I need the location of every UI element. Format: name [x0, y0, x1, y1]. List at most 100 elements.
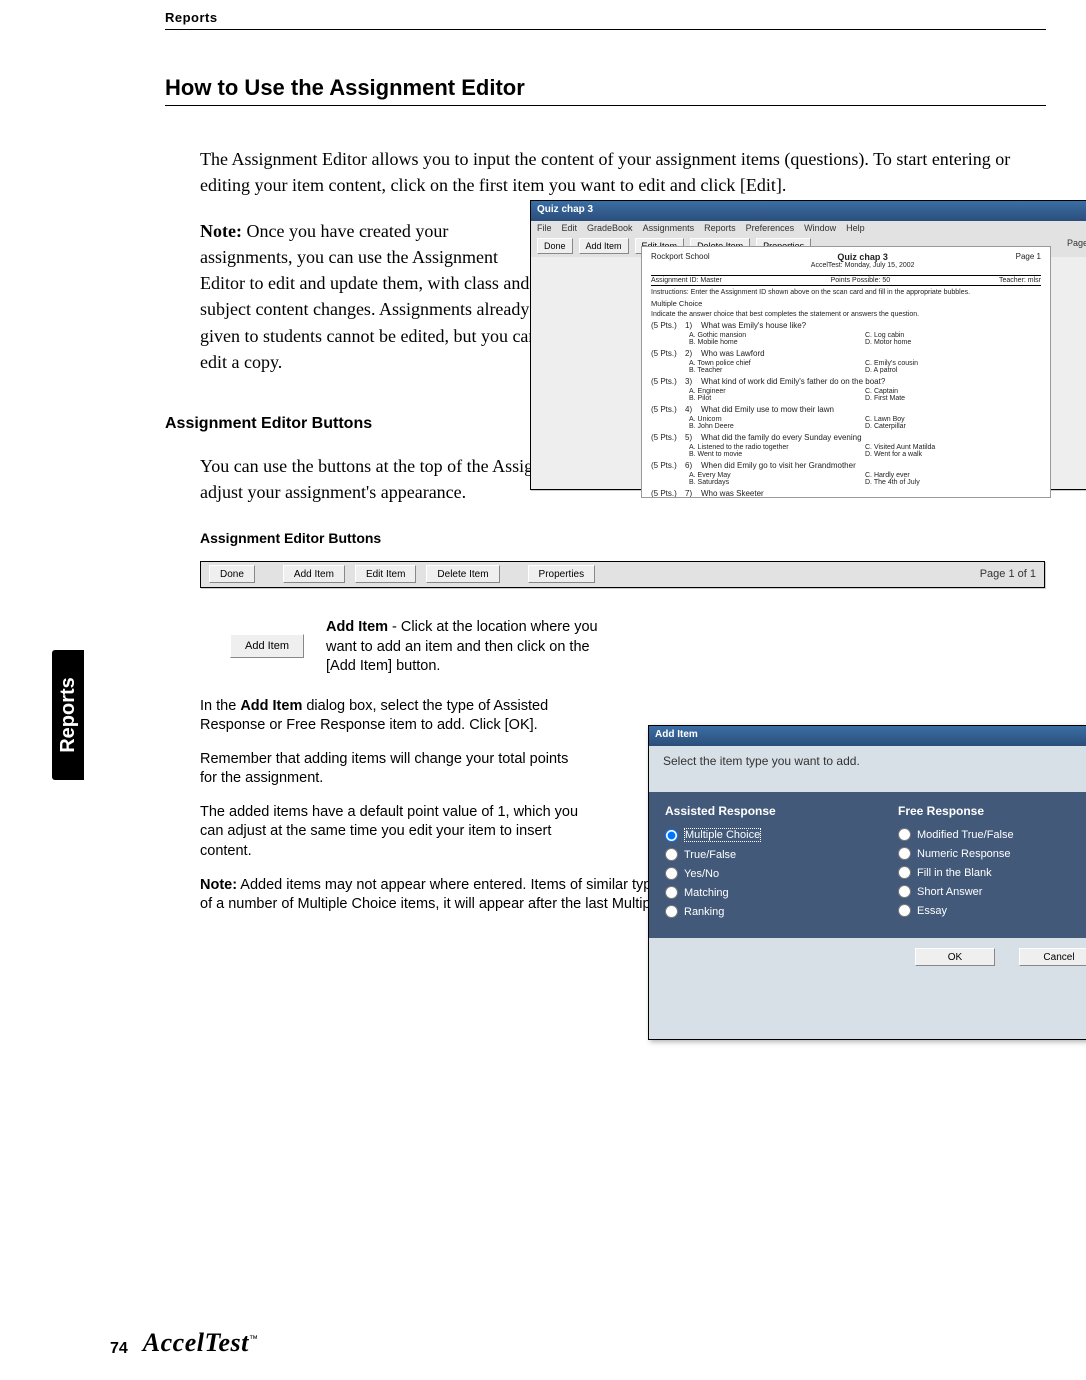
edit-item-button[interactable]: Edit Item: [355, 565, 416, 583]
preview-question: (5 Pts.)5)What did the family do every S…: [651, 433, 1041, 442]
dialog-title: Add Item: [649, 726, 1086, 746]
window-title: Quiz chap 3: [531, 201, 1086, 221]
item-type-radio[interactable]: [665, 829, 678, 842]
preview-question: (5 Pts.)3)What kind of work did Emily's …: [651, 377, 1041, 386]
free-response-heading: Free Response: [898, 804, 1086, 818]
item-type-label: Ranking: [684, 906, 724, 918]
menu-assignments[interactable]: Assignments: [643, 223, 695, 233]
note-body: Once you have created your assignments, …: [200, 221, 537, 371]
item-type-radio[interactable]: [898, 847, 911, 860]
product-logo: AccelTest™: [143, 1328, 259, 1358]
preview-page: Page 1: [1016, 252, 1041, 275]
item-type-radio[interactable]: [665, 848, 678, 861]
preview-question-options: A. Every MayC. Hardly everB. SaturdaysD.…: [689, 472, 1041, 486]
page-footer: 74 AccelTest™: [110, 1328, 258, 1358]
window-menubar: File Edit GradeBook Assignments Reports …: [531, 221, 1086, 235]
running-header: Reports: [165, 10, 1046, 25]
item-type-label: True/False: [684, 849, 736, 861]
preview-assignment-id: Assignment ID: Master: [651, 277, 722, 284]
preview-question-options: A. Town police chiefC. Emily's cousinB. …: [689, 360, 1041, 374]
item-type-radio[interactable]: [898, 866, 911, 879]
preview-question-options: A. UnicornC. Lawn BoyB. John DeereD. Cat…: [689, 416, 1041, 430]
menu-edit[interactable]: Edit: [562, 223, 578, 233]
cancel-button[interactable]: Cancel: [1019, 948, 1086, 966]
item-type-label: Short Answer: [917, 886, 982, 898]
preview-school: Rockport School: [651, 252, 710, 275]
menu-gradebook[interactable]: GradeBook: [587, 223, 633, 233]
item-type-option[interactable]: Fill in the Blank: [898, 866, 1086, 879]
add-item-button[interactable]: Add Item: [579, 238, 629, 254]
item-type-option[interactable]: True/False: [665, 848, 866, 861]
trademark: ™: [249, 1333, 259, 1343]
preview-points: Points Possible: 50: [831, 277, 891, 284]
preview-question-options: A. Gothic mansionC. Log cabinB. Mobile h…: [689, 332, 1041, 346]
item-type-option[interactable]: Ranking: [665, 905, 866, 918]
page-number: 74: [110, 1340, 128, 1358]
item-type-radio[interactable]: [898, 828, 911, 841]
done-button[interactable]: Done: [537, 238, 573, 254]
note-label: Note:: [200, 877, 237, 893]
item-type-option[interactable]: Essay: [898, 904, 1086, 917]
preview-title: Quiz chap 3: [710, 252, 1016, 262]
item-type-option[interactable]: Matching: [665, 886, 866, 899]
product-name: AccelTest: [143, 1328, 249, 1357]
item-type-option[interactable]: Yes/No: [665, 867, 866, 880]
preview-date: AccelTest: Monday, July 15, 2002: [710, 262, 1016, 272]
preview-question: (5 Pts.)4)What did Emily use to mow thei…: [651, 405, 1041, 414]
item-type-radio[interactable]: [665, 905, 678, 918]
item-type-label: Multiple Choice: [684, 828, 761, 842]
header-rule: [165, 29, 1046, 30]
txt-bold: Add Item: [240, 698, 302, 714]
note-create-assignments: Note: Once you have created your assignm…: [200, 218, 540, 375]
para-select-type: In the Add Item dialog box, select the t…: [200, 697, 580, 736]
item-type-label: Numeric Response: [917, 848, 1011, 860]
item-type-option[interactable]: Numeric Response: [898, 847, 1086, 860]
preview-question-options: A. EngineerC. CaptainB. PilotD. First Ma…: [689, 388, 1041, 402]
item-type-label: Matching: [684, 887, 729, 899]
item-type-radio[interactable]: [898, 885, 911, 898]
item-type-label: Essay: [917, 905, 947, 917]
preview-question: (5 Pts.)1)What was Emily's house like?: [651, 321, 1041, 330]
item-type-label: Fill in the Blank: [917, 867, 992, 879]
screenshot-add-item-dialog: Add Item Select the item type you want t…: [648, 725, 1086, 1040]
dialog-prompt: Select the item type you want to add.: [663, 754, 1086, 768]
menu-file[interactable]: File: [537, 223, 552, 233]
item-type-radio[interactable]: [665, 867, 678, 880]
ok-button[interactable]: OK: [915, 948, 995, 966]
preview-teacher: Teacher: mlsr: [999, 277, 1041, 284]
screenshot-toolbar: Done Add Item Edit Item Delete Item Prop…: [200, 561, 1045, 588]
page-indicator: Page 1 of 1: [980, 568, 1036, 580]
para-points-change: Remember that adding items will change y…: [200, 750, 580, 789]
preview-section-note: Indicate the answer choice that best com…: [651, 311, 1041, 318]
item-type-option[interactable]: Short Answer: [898, 885, 1086, 898]
preview-question-options: A. Listened to the radio togetherC. Visi…: [689, 444, 1041, 458]
preview-question: (5 Pts.)2)Who was Lawford: [651, 349, 1041, 358]
menu-reports[interactable]: Reports: [704, 223, 736, 233]
menu-window[interactable]: Window: [804, 223, 836, 233]
item-type-option[interactable]: Modified True/False: [898, 828, 1086, 841]
title-rule: [165, 105, 1046, 106]
item-type-label: Yes/No: [684, 868, 719, 880]
preview-question: (5 Pts.)6)When did Emily go to visit her…: [651, 461, 1041, 470]
menu-preferences[interactable]: Preferences: [746, 223, 795, 233]
add-item-button-image: Add Item: [230, 634, 304, 658]
item-type-radio[interactable]: [898, 904, 911, 917]
preview-section-title: Multiple Choice: [651, 299, 1041, 308]
item-type-label: Modified True/False: [917, 829, 1014, 841]
add-item-description: Add Item - Click at the location where y…: [326, 618, 606, 677]
properties-button[interactable]: Properties: [528, 565, 596, 583]
assignment-preview: Rockport School Quiz chap 3 AccelTest: M…: [641, 246, 1051, 498]
done-button[interactable]: Done: [209, 565, 255, 583]
txt: In the: [200, 698, 240, 714]
add-item-button[interactable]: Add Item: [283, 565, 345, 583]
intro-paragraph: The Assignment Editor allows you to inpu…: [200, 146, 1046, 198]
menu-help[interactable]: Help: [846, 223, 865, 233]
delete-item-button[interactable]: Delete Item: [426, 565, 499, 583]
preview-instructions: Instructions: Enter the Assignment ID sh…: [651, 289, 1041, 296]
item-type-radio[interactable]: [665, 886, 678, 899]
preview-question: (5 Pts.)7)Who was Skeeter: [651, 489, 1041, 498]
item-type-option[interactable]: Multiple Choice: [665, 828, 866, 842]
para-default-points: The added items have a default point val…: [200, 803, 580, 862]
section-tab: Reports: [52, 650, 84, 780]
note-label: Note:: [200, 221, 242, 241]
